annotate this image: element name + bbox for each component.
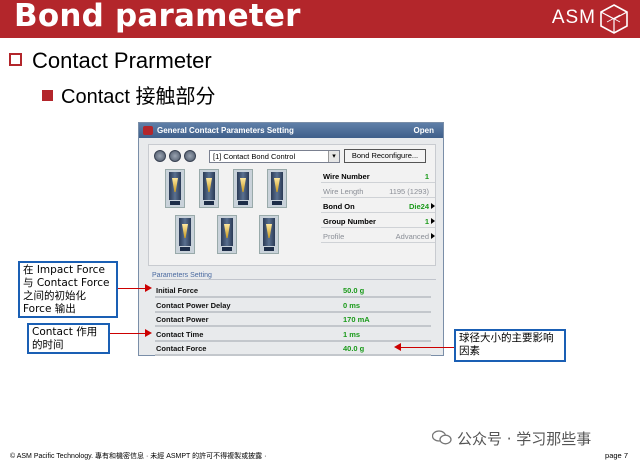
prop-wire-number: Wire Number 1 (321, 169, 435, 183)
prop-bond-on[interactable]: Bond On Die24 (321, 199, 435, 213)
arrow-line (110, 333, 146, 334)
arrow-right-icon (145, 284, 152, 292)
param-contact-force[interactable]: Contact Force 40.0 g (155, 342, 431, 356)
wechat-icon (432, 430, 452, 445)
asm-logo-icon (600, 4, 628, 34)
param-contact-time[interactable]: Contact Time 1 ms (155, 328, 431, 342)
arrow-line (118, 288, 146, 289)
bond-tool-thumb[interactable] (267, 169, 287, 208)
header-bar: Bond parameter ASM (0, 0, 640, 38)
page-number: page 7 (605, 451, 628, 460)
param-contact-power[interactable]: Contact Power 170 mA (155, 313, 431, 327)
bond-tool-thumb[interactable] (259, 215, 279, 254)
bullet-level1: Contact Prarmeter (9, 48, 212, 74)
arrow-left-icon (394, 343, 401, 351)
page-title: Bond parameter (14, 0, 301, 34)
watermark-text: 公众号 · 学习那些事 (457, 430, 592, 448)
bond-tool-thumb[interactable] (165, 169, 185, 208)
brand-name: ASM (551, 7, 596, 28)
prop-profile[interactable]: Profile Advanced (321, 229, 435, 243)
back-nav-icon[interactable] (154, 150, 166, 162)
bond-control-panel: [1] Contact Bond Control ▾ Bond Reconfig… (148, 144, 436, 266)
bond-tool-thumb[interactable] (217, 215, 237, 254)
bullet-level2: Contact 接触部分 (42, 80, 215, 109)
param-initial-force[interactable]: Initial Force 50.0 g (155, 284, 431, 298)
arrow-right-icon[interactable] (431, 218, 435, 224)
note-contact-time: Contact 作用的时间 (27, 323, 110, 354)
arrow-right-icon[interactable] (431, 203, 435, 209)
bond-control-select-value: [1] Contact Bond Control (213, 152, 296, 161)
hollow-square-bullet-icon (9, 53, 22, 66)
arrow-line (400, 347, 454, 348)
bullet-level2-text: Contact 接触部分 (61, 86, 216, 108)
bond-tool-thumb[interactable] (175, 215, 195, 254)
footer-copyright: © ASM Pacific Technology. 專有和機密信息 · 未經 A… (10, 453, 267, 460)
dialog-app-icon (143, 126, 153, 135)
prop-wire-length: Wire Length 1195 (1293) (321, 184, 435, 198)
chevron-down-icon[interactable]: ▾ (328, 151, 339, 162)
bond-tool-thumb[interactable] (233, 169, 253, 208)
arrow-right-icon (145, 329, 152, 337)
param-contact-power-delay[interactable]: Contact Power Delay 0 ms (155, 299, 431, 313)
note-impact-force: 在 Impact Force 与 Contact Force 之间的初始化 Fo… (18, 261, 118, 318)
home-nav-icon[interactable] (169, 150, 181, 162)
prop-group-number[interactable]: Group Number 1 (321, 214, 435, 228)
bond-control-select[interactable]: [1] Contact Bond Control ▾ (209, 150, 340, 163)
arrow-right-icon[interactable] (431, 233, 435, 239)
filled-square-bullet-icon (42, 90, 53, 101)
dialog-title: General Contact Parameters Setting (157, 126, 294, 135)
dialog-titlebar: General Contact Parameters Setting Open (139, 123, 443, 138)
note-ball-size: 球径大小的主要影响因素 (454, 329, 566, 362)
forward-nav-icon[interactable] (184, 150, 196, 162)
bond-tool-thumb[interactable] (199, 169, 219, 208)
bullet-level1-text: Contact Prarmeter (32, 48, 212, 73)
open-link[interactable]: Open (414, 126, 434, 135)
contact-parameters-dialog: General Contact Parameters Setting Open … (138, 122, 444, 356)
parameters-heading: Parameters Setting (152, 272, 212, 279)
bond-reconfigure-button[interactable]: Bond Reconfigure... (344, 149, 426, 163)
